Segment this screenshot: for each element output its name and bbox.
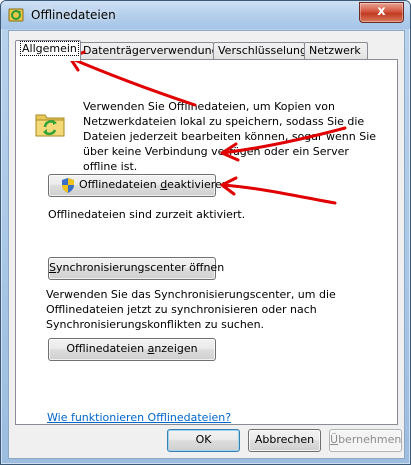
ok-button[interactable]: OK (167, 429, 240, 452)
cancel-button[interactable]: Abbrechen (248, 429, 321, 452)
window-title: Offlinedateien (31, 8, 116, 22)
dialog-window: Offlinedateien x Allgemein Datenträgerve… (0, 0, 411, 465)
status-text: Offlinedateien sind zurzeit aktiviert. (48, 208, 246, 221)
apply-button[interactable]: Übernehmen (329, 429, 402, 452)
tab-label: Netzwerk (309, 44, 361, 57)
close-icon: x (377, 4, 386, 19)
help-link[interactable]: Wie funktionieren Offlinedateien? (47, 411, 231, 424)
tab-verschluesselung[interactable]: Verschlüsselung (213, 42, 307, 59)
show-offline-files-button[interactable]: Offlinedateien anzeigen (48, 338, 216, 361)
deactivate-button-label: Offlinedateien deaktivieren (79, 178, 229, 191)
dialog-client-area: Allgemein Datenträgerverwendung Verschlü… (8, 30, 405, 459)
sync-center-description: Verwenden Sie das Synchronisierungscente… (46, 288, 336, 331)
tab-label: Allgemein (20, 41, 79, 56)
tab-label: Datenträgerverwendung (83, 44, 219, 57)
tab-allgemein[interactable]: Allgemein (15, 40, 81, 61)
offline-files-app-icon (8, 8, 24, 22)
offline-files-description: Verwenden Sie Offlinedateien, um Kopien … (83, 100, 377, 173)
title-bar[interactable]: Offlinedateien x (1, 1, 410, 29)
uac-shield-icon (62, 178, 74, 193)
tab-label: Verschlüsselung (218, 44, 307, 57)
close-button[interactable]: x (359, 2, 404, 23)
sync-folder-icon (35, 114, 65, 137)
tab-panel-allgemein: Verwenden Sie Offlinedateien, um Kopien … (15, 59, 398, 425)
open-sync-center-button[interactable]: Synchronisierungscenter öffnen (48, 257, 224, 280)
tab-netzwerk[interactable]: Netzwerk (304, 42, 368, 59)
deactivate-offline-files-button[interactable]: Offlinedateien deaktivieren (48, 174, 229, 197)
tab-datentraegerverwendung[interactable]: Datenträgerverwendung (78, 42, 219, 59)
